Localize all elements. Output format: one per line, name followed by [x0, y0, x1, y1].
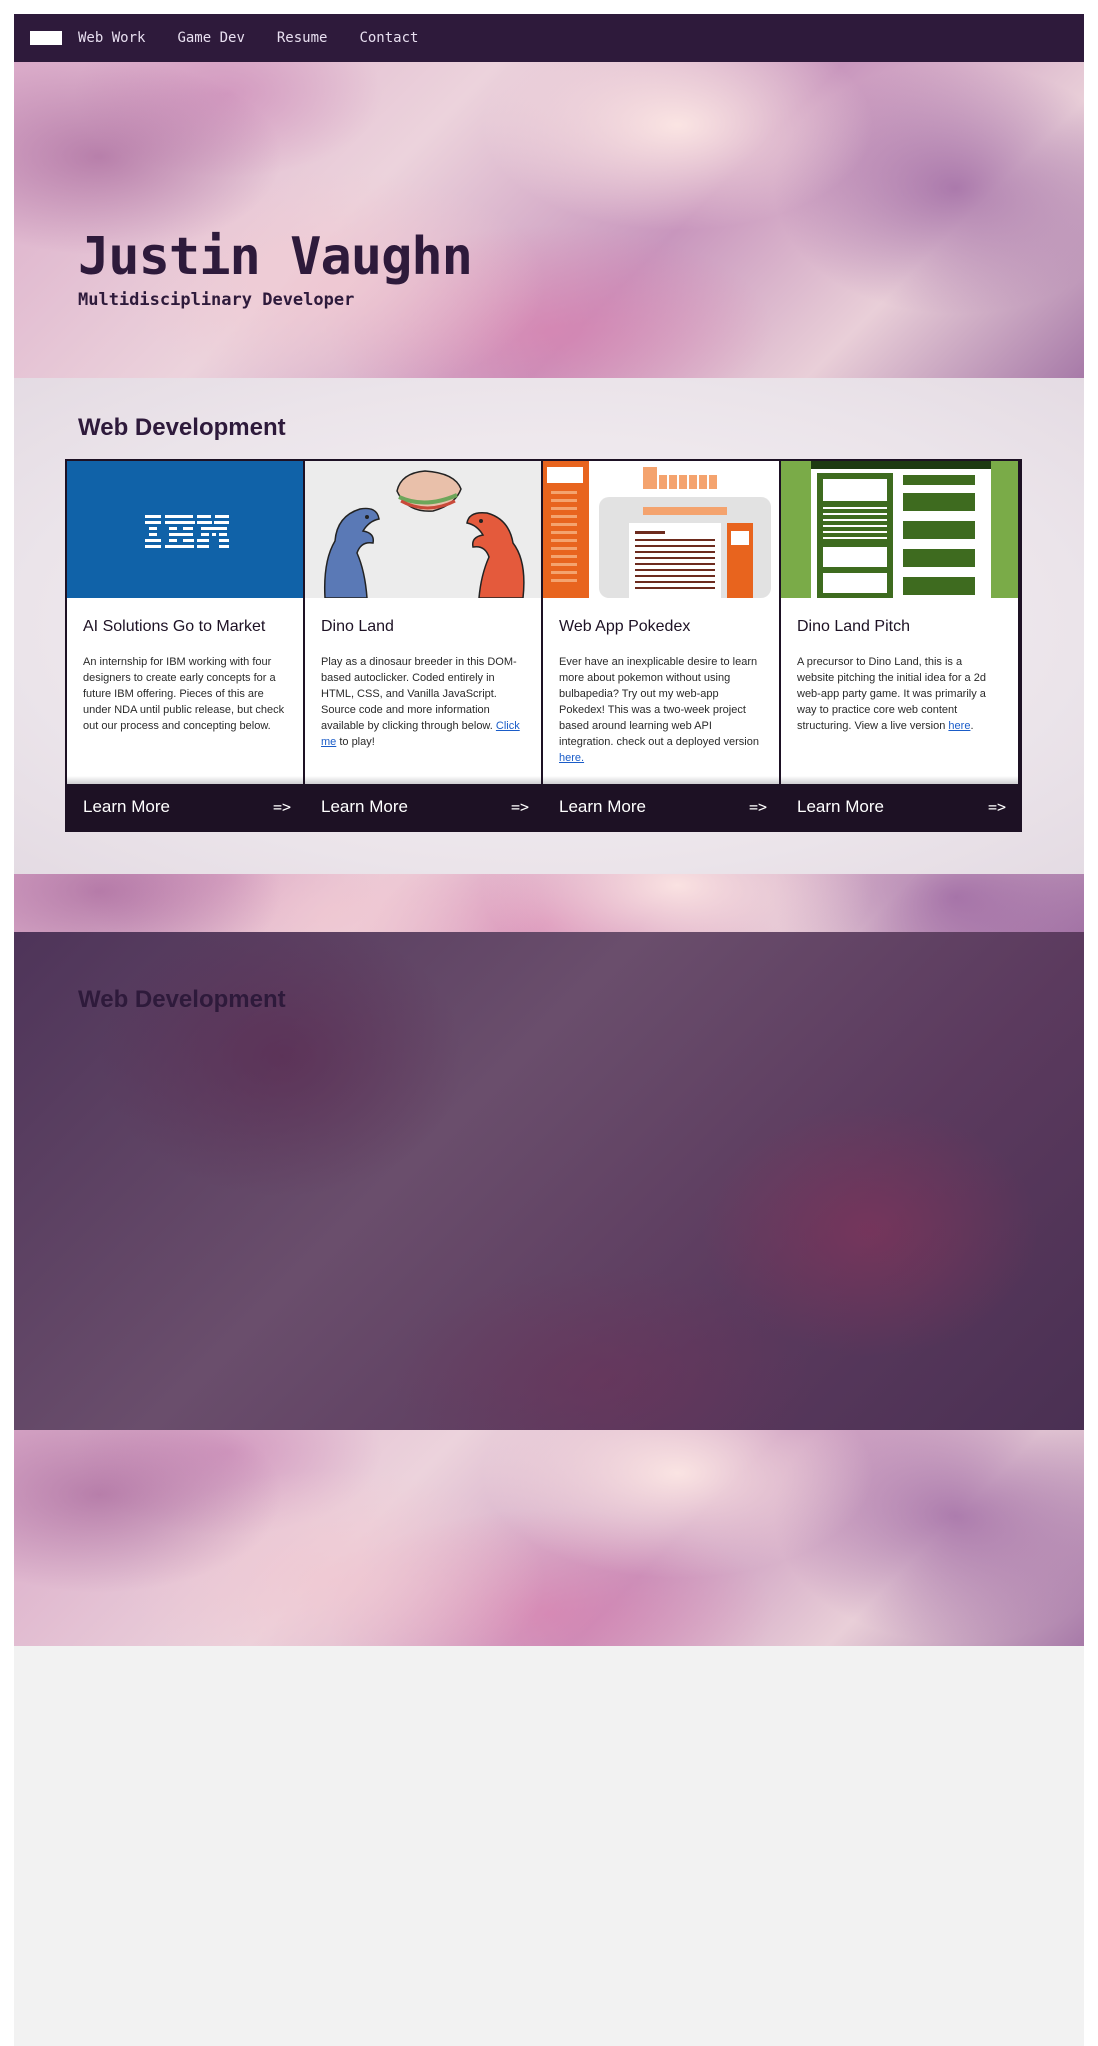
project-cards: AI Solutions Go to Market An internship … [65, 459, 1022, 832]
learn-more-label: Learn More [797, 797, 884, 816]
pokedex-wireframe-icon [543, 461, 771, 598]
cloud-band [14, 874, 1084, 932]
section-title: Web Development [78, 986, 286, 1013]
learn-more-label: Learn More [321, 797, 408, 816]
project-card: AI Solutions Go to Market An internship … [67, 461, 305, 830]
card-description: Play as a dinosaur breeder in this DOM-b… [321, 656, 520, 748]
hero-name: Justin Vaughn [78, 227, 473, 287]
card-description: An internship for IBM working with four … [83, 656, 285, 732]
second-web-development-section: Web Development [14, 932, 1084, 1430]
section-title: Web Development [78, 414, 286, 441]
nav-link-web-work[interactable]: Web Work [78, 30, 145, 46]
hero-banner: Justin Vaughn Multidisciplinary Develope… [14, 62, 1084, 378]
nav-link-resume[interactable]: Resume [277, 30, 328, 46]
nav-link-game-dev[interactable]: Game Dev [177, 30, 244, 46]
card-divider [305, 776, 541, 784]
card-title: Web App Pokedex [559, 618, 691, 635]
project-card: Web App Pokedex Ever have an inexplicabl… [543, 461, 781, 830]
arrow-icon: => [272, 798, 291, 816]
project-card: Dino Land Pitch A precursor to Dino Land… [781, 461, 1018, 830]
card-title: AI Solutions Go to Market [83, 618, 266, 635]
pokedex-wireframe-image [543, 461, 779, 598]
card-divider [543, 776, 779, 784]
pitch-site-wireframe-icon [781, 461, 1018, 598]
arrow-icon: => [987, 798, 1006, 816]
learn-more-label: Learn More [559, 797, 646, 816]
learn-more-label: Learn More [83, 797, 170, 816]
learn-more-button[interactable]: Learn More => [305, 784, 541, 830]
dino-sandwich-image [305, 461, 541, 598]
logo[interactable] [30, 31, 62, 45]
dino-sandwich-illustration-icon [305, 461, 541, 598]
learn-more-button[interactable]: Learn More => [543, 784, 779, 830]
project-card: Dino Land Play as a dinosaur breeder in … [305, 461, 543, 830]
hero-subtitle: Multidisciplinary Developer [78, 290, 355, 310]
card-title: Dino Land [321, 618, 394, 635]
live-version-link[interactable]: here [948, 720, 970, 732]
nav-link-contact[interactable]: Contact [359, 30, 418, 46]
learn-more-button[interactable]: Learn More => [781, 784, 1018, 830]
card-description: Ever have an inexplicable desire to lear… [559, 656, 759, 764]
ibm-logo-icon [145, 515, 229, 548]
top-nav: Web Work Game Dev Resume Contact [14, 14, 1084, 62]
card-divider [781, 776, 1018, 784]
arrow-icon: => [510, 798, 529, 816]
web-development-section: Web Development AI Solutions Go to Marke… [14, 378, 1084, 874]
deployed-version-link[interactable]: here. [559, 752, 584, 764]
bottom-cloud-banner [14, 1430, 1084, 1646]
card-description: A precursor to Dino Land, this is a webs… [797, 656, 986, 732]
learn-more-button[interactable]: Learn More => [67, 784, 303, 830]
card-title: Dino Land Pitch [797, 618, 910, 635]
card-divider [67, 776, 303, 784]
page: Web Work Game Dev Resume Contact Justin … [14, 14, 1084, 2046]
pitch-wireframe-image [781, 461, 1018, 598]
arrow-icon: => [748, 798, 767, 816]
ibm-logo-image [67, 461, 303, 598]
